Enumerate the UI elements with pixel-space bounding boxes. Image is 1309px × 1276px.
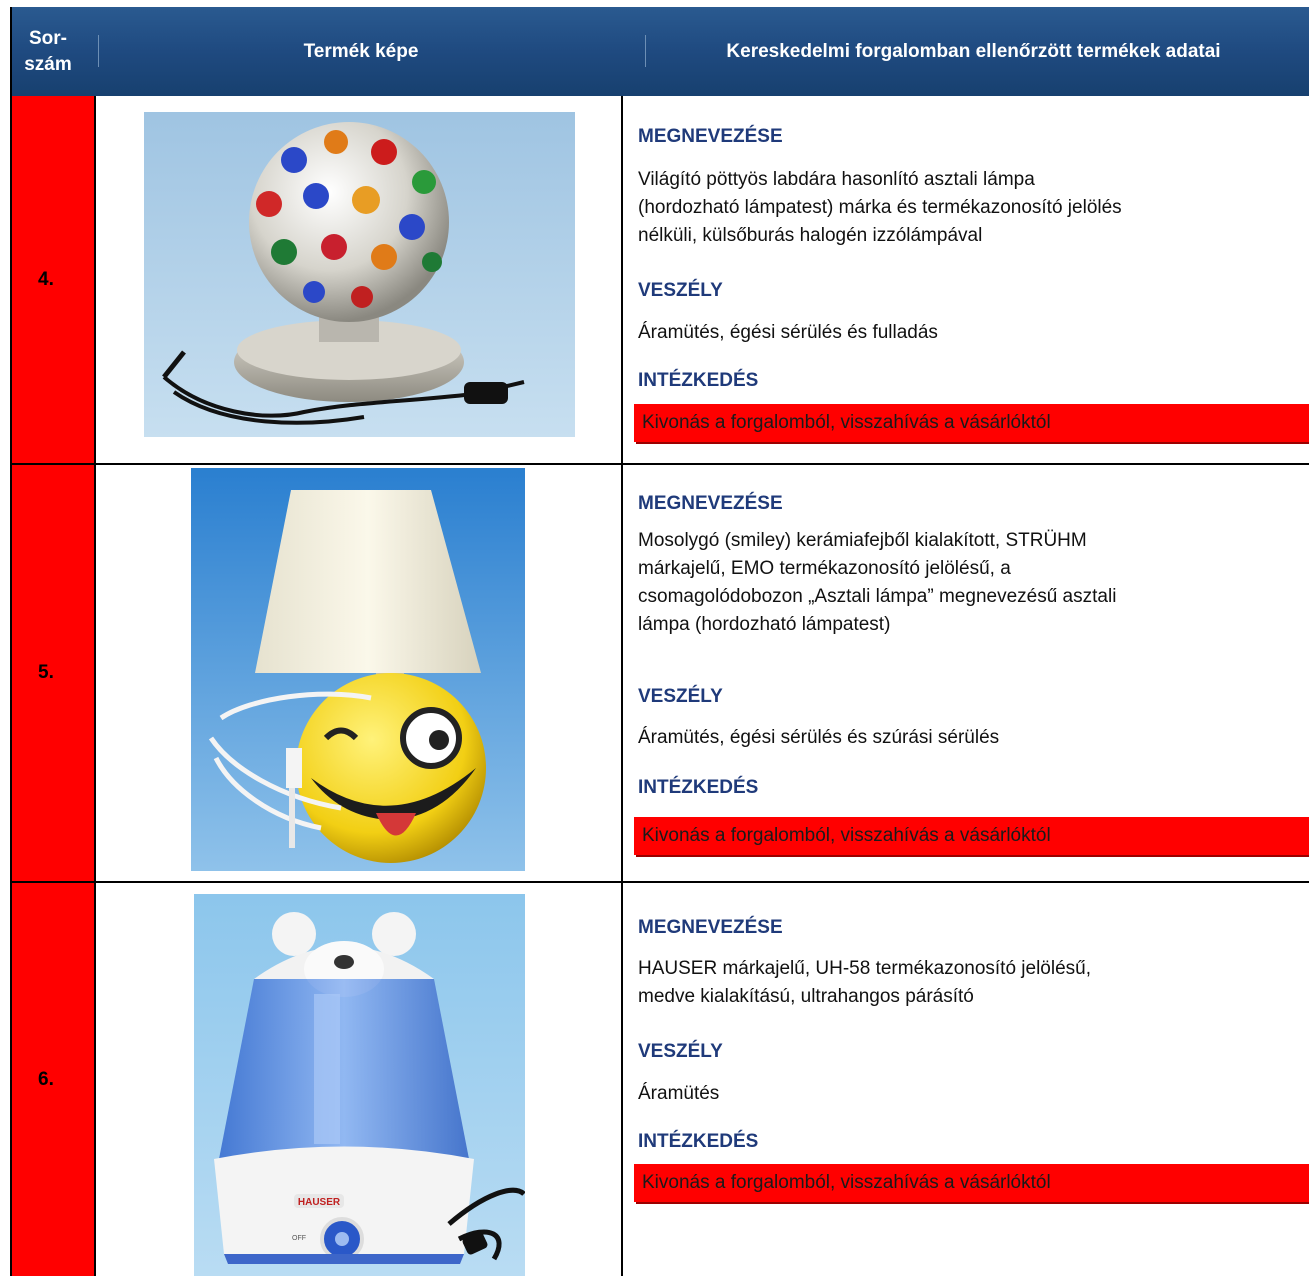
danger-text: Áramütés, égési sérülés és szúrási sérül… xyxy=(638,727,1000,748)
column-divider xyxy=(621,465,623,881)
brand-label: HAUSER xyxy=(298,1197,341,1208)
danger-heading: VESZÉLY xyxy=(638,280,723,301)
header-image: Termék képe xyxy=(303,40,419,62)
product-name-line: (hordozható lámpatest) márka és termékaz… xyxy=(638,197,1122,218)
action-heading: INTÉZKEDÉS xyxy=(638,1131,759,1152)
product-info: MEGNEVEZÉSE HAUSER márkajelű, UH-58 term… xyxy=(634,883,1309,1276)
product-info: MEGNEVEZÉSE Mosolygó (smiley) kerámiafej… xyxy=(634,465,1309,881)
table-header: Sor-szám Termék képe Kereskedelmi forgal… xyxy=(10,7,1309,96)
action-banner: Kivonás a forgalomból, visszahívás a vás… xyxy=(634,1164,1309,1202)
product-name-line: HAUSER márkajelű, UH-58 termékazonosító … xyxy=(638,958,1092,979)
product-name-line: lámpa (hordozható lámpatest) xyxy=(638,614,891,635)
row-number: 4. xyxy=(10,96,94,464)
column-divider xyxy=(621,96,623,464)
row-number: 5. xyxy=(10,465,94,881)
dial-label: OFF xyxy=(292,1235,306,1242)
table-row: 4. MEGNEVEZÉSE Világító pöttyös labdára … xyxy=(10,96,1309,464)
column-divider xyxy=(94,465,96,881)
action-banner: Kivonás a forgalomból, visszahívás a vás… xyxy=(634,404,1309,442)
product-name-line: márkajelű, EMO termékazonosító jelölésű,… xyxy=(638,558,1011,579)
disco-ball-lamp-photo xyxy=(144,112,575,437)
name-heading: MEGNEVEZÉSE xyxy=(638,917,783,938)
danger-text: Áramütés xyxy=(638,1083,720,1104)
product-name-line: medve kialakítású, ultrahangos párásító xyxy=(638,986,974,1007)
column-divider xyxy=(621,883,623,1276)
header-data: Kereskedelmi forgalomban ellenőrzött ter… xyxy=(726,40,1221,62)
danger-text: Áramütés, égési sérülés és fulladás xyxy=(638,322,938,343)
name-heading: MEGNEVEZÉSE xyxy=(638,493,783,514)
product-name: HAUSER márkajelű, UH-58 termékazonosító … xyxy=(638,955,1298,1011)
product-name-line: Mosolygó (smiley) kerámiafejből kialakít… xyxy=(638,530,1087,551)
name-heading: MEGNEVEZÉSE xyxy=(638,126,783,147)
danger-heading: VESZÉLY xyxy=(638,1041,723,1062)
danger-heading: VESZÉLY xyxy=(638,686,723,707)
product-name: Világító pöttyös labdára hasonlító aszta… xyxy=(638,166,1298,250)
column-divider xyxy=(94,883,96,1276)
table-row: 5. MEGNEVEZÉSE Mosolygó (smiley) kerámia… xyxy=(10,465,1309,881)
header-number-line1: Sor- xyxy=(29,27,67,49)
action-heading: INTÉZKEDÉS xyxy=(638,777,759,798)
column-divider xyxy=(94,96,96,464)
smiley-lamp-photo xyxy=(191,468,525,871)
product-name: Mosolygó (smiley) kerámiafejből kialakít… xyxy=(638,527,1298,639)
bear-humidifier-photo: HAUSER OFF xyxy=(194,894,525,1276)
header-number: Sor-szám xyxy=(10,7,84,96)
product-info: MEGNEVEZÉSE Világító pöttyös labdára has… xyxy=(634,96,1309,464)
table-row: 6. HAUSER OFF MEGNEVEZÉSE HAUSER márkaje… xyxy=(10,883,1309,1276)
product-name-line: csomagolódobozon „Asztali lámpa” megneve… xyxy=(638,586,1117,607)
action-banner: Kivonás a forgalomból, visszahívás a vás… xyxy=(634,817,1309,855)
product-name-line: nélküli, külsőburás halogén izzólámpával xyxy=(638,225,983,246)
product-name-line: Világító pöttyös labdára hasonlító aszta… xyxy=(638,169,1035,190)
header-number-line2: szám xyxy=(24,53,72,75)
action-heading: INTÉZKEDÉS xyxy=(638,370,759,391)
row-number: 6. xyxy=(10,883,94,1276)
